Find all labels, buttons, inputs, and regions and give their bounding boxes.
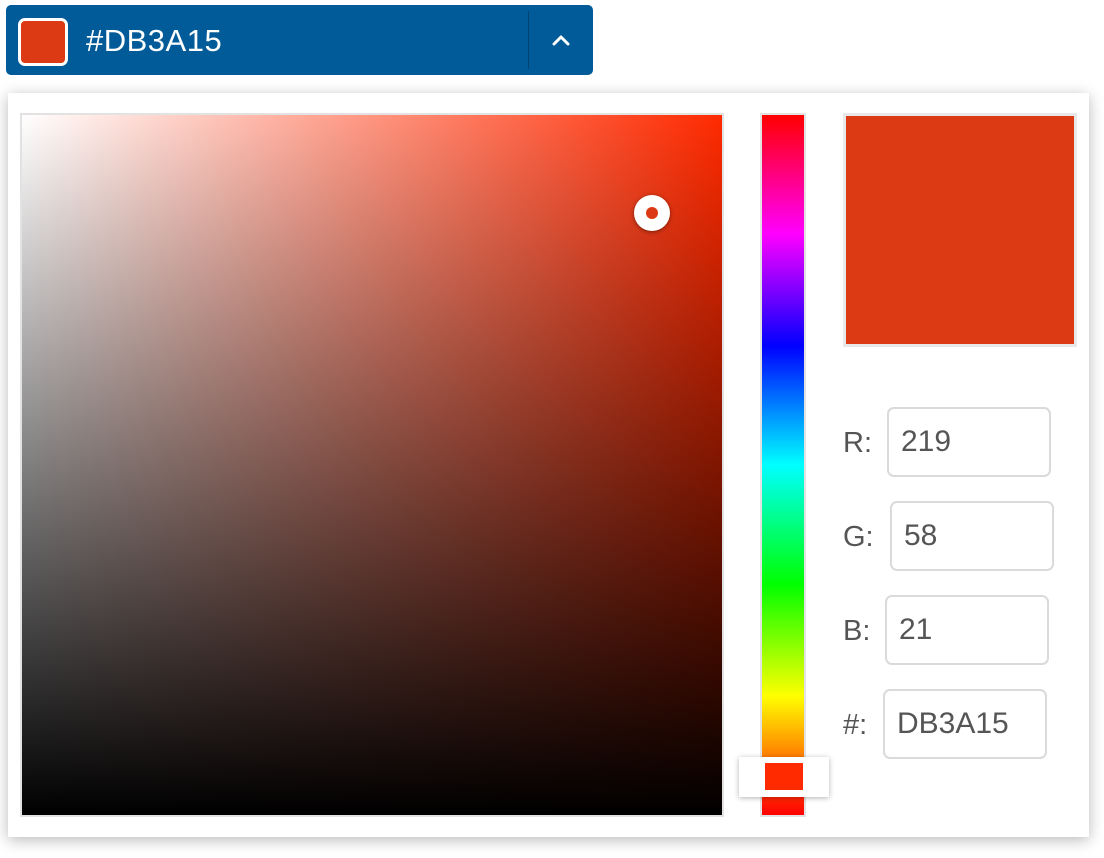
hex-input[interactable] bbox=[883, 689, 1047, 759]
hue-slider[interactable] bbox=[760, 113, 806, 817]
red-input[interactable] bbox=[887, 407, 1051, 477]
blue-label: B: bbox=[843, 615, 871, 647]
hex-label: #: bbox=[843, 709, 868, 741]
color-picker-toggle[interactable]: #DB3A15 bbox=[6, 5, 593, 75]
selected-color-label: #DB3A15 bbox=[86, 23, 223, 58]
blue-input[interactable] bbox=[885, 595, 1049, 665]
green-input[interactable] bbox=[890, 501, 1054, 571]
hue-handle-color bbox=[765, 763, 803, 791]
red-label: R: bbox=[843, 427, 872, 459]
color-picker-popup: R: G: B: #: bbox=[8, 93, 1089, 837]
green-label: G: bbox=[843, 521, 874, 553]
chevron-up-icon[interactable] bbox=[529, 5, 593, 75]
sv-black-gradient bbox=[22, 115, 722, 815]
saturation-value-area[interactable] bbox=[20, 113, 724, 817]
selected-color-swatch bbox=[18, 18, 68, 66]
sv-cursor-dot bbox=[646, 207, 658, 219]
hue-slider-handle[interactable] bbox=[739, 757, 829, 798]
color-preview bbox=[843, 113, 1077, 347]
sv-cursor-handle[interactable] bbox=[634, 195, 670, 231]
